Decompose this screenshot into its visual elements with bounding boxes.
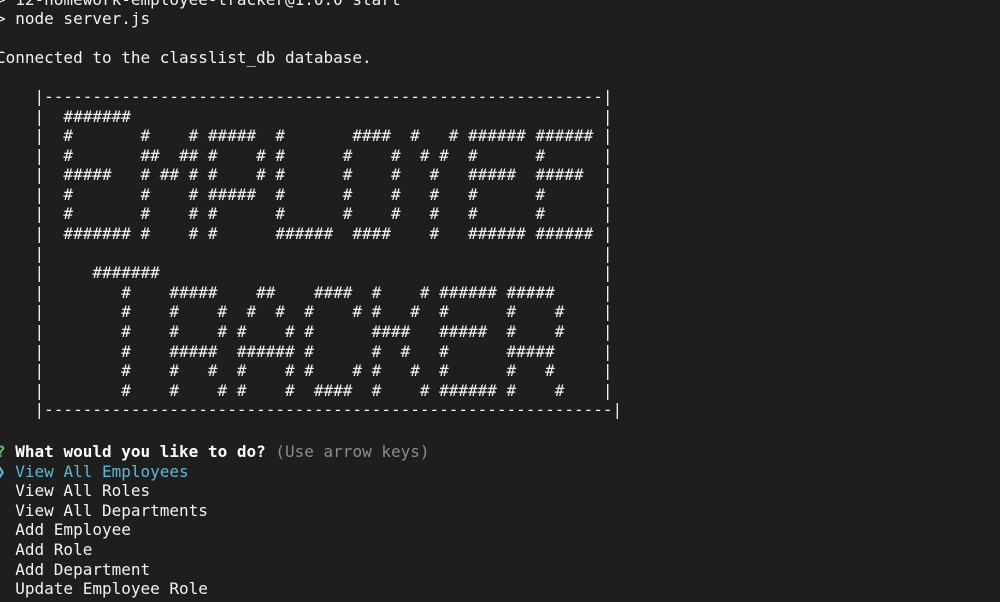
menu-item-add-employee[interactable]: Add Employee: [0, 520, 131, 540]
banner-line: | ####### # # # ###### #### # ###### ###…: [0, 224, 613, 243]
banner-line: | ####### |: [0, 263, 613, 282]
menu-item-view-all-departments[interactable]: View All Departments: [0, 501, 208, 521]
menu-item-add-department[interactable]: Add Department: [0, 560, 150, 580]
banner-line: | # # # ##### # #### # # ###### ###### |: [0, 126, 613, 145]
hint-text: (Use arrow keys): [275, 442, 430, 461]
question-mark-icon: ?: [0, 442, 6, 461]
banner-line: | # ## ## # # # # # # # # # |: [0, 146, 613, 165]
banner-line: | ##### # ## # # # # # # # ##### ##### |: [0, 165, 613, 184]
banner-line: | # # # # # #### # # ###### # # |: [0, 381, 613, 400]
connected-message: Connected to the classlist_db database.: [0, 48, 372, 67]
banner-line: | |: [0, 244, 613, 263]
banner-line: |---------------------------------------…: [0, 400, 623, 419]
pointer-icon: ❯: [0, 462, 6, 481]
node-command-line: > node server.js: [0, 9, 151, 28]
menu-item-label: Add Department: [15, 560, 151, 579]
banner-line: | # ##### ###### # # # # ##### |: [0, 342, 613, 361]
menu-item-label: Update Employee Role: [15, 579, 208, 598]
terminal-window[interactable]: > 12-homework-employee-tracker@1.0.0 sta…: [0, 0, 1000, 602]
prompt-question: ? What would you like to do? (Use arrow …: [0, 442, 430, 462]
menu-item-label: Add Role: [15, 540, 93, 559]
question-text: What would you like to do?: [15, 442, 266, 461]
banner-line: | # # # # # # # # # # |: [0, 204, 613, 223]
menu-item-label: View All Departments: [15, 501, 208, 520]
banner-line: | # # # # # # # # # # # # |: [0, 361, 613, 380]
menu-item-view-all-roles[interactable]: View All Roles: [0, 481, 150, 501]
banner-line: | # # # # # # #### ##### # # |: [0, 322, 613, 341]
menu-item-label: View All Employees: [15, 462, 189, 481]
menu-item-add-role[interactable]: Add Role: [0, 540, 92, 560]
banner-line: |---------------------------------------…: [0, 87, 613, 106]
menu-item-label: View All Roles: [15, 481, 151, 500]
banner-line: | # # # ##### # # # # # # |: [0, 185, 613, 204]
banner-line: | ####### |: [0, 107, 613, 126]
banner-line: | # ##### ## #### # # ###### ##### |: [0, 283, 613, 302]
menu-item-update-employee-role[interactable]: Update Employee Role: [0, 579, 208, 599]
menu-item-view-all-employees[interactable]: ❯ View All Employees: [0, 462, 189, 482]
banner-line: | # # # # # # # # # # # # |: [0, 302, 613, 321]
menu-item-label: Add Employee: [15, 520, 131, 539]
